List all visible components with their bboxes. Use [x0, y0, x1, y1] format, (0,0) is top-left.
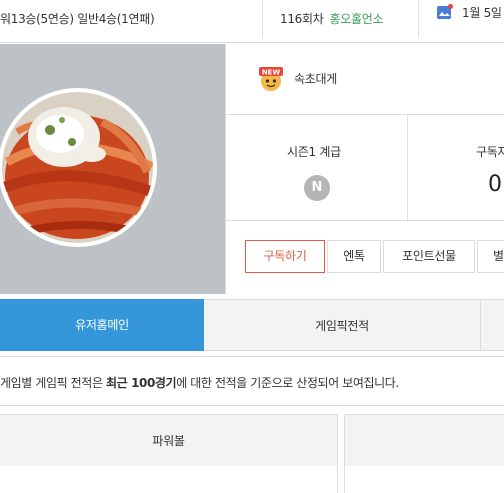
point-gift-button[interactable]: 포인트선물 — [383, 240, 475, 273]
divider — [0, 405, 504, 406]
divider — [418, 0, 419, 38]
avatar[interactable] — [0, 88, 157, 247]
divider — [407, 114, 408, 220]
table-body — [344, 466, 504, 493]
round-number: 116회차 — [280, 12, 324, 26]
new-badge-text: NEW — [262, 69, 281, 77]
season-grade-label: 시즌1 계급 — [287, 145, 341, 159]
table-header-second — [344, 414, 504, 467]
calendar-image-icon[interactable] — [437, 4, 453, 20]
divider — [262, 0, 263, 38]
new-badge-icon: NEW — [258, 66, 284, 92]
tab-user-home[interactable]: 유저홈메인 — [0, 299, 204, 351]
subscriber-count: 0 — [488, 172, 502, 197]
table-body — [0, 466, 338, 493]
table-header-powerball: 파워볼 — [0, 414, 338, 467]
subscriber-label: 구독자 — [476, 145, 504, 159]
round-info: 116회차 홍오홀언소 — [280, 10, 384, 27]
divider — [0, 356, 504, 357]
subscribe-button[interactable]: 구독하기 — [245, 240, 325, 273]
notice-highlight: 최근 100경기 — [106, 376, 177, 390]
divider — [225, 220, 504, 221]
register-button[interactable]: 엔톡 — [327, 240, 381, 273]
notice-prefix: 게임별 게임픽 전적은 — [0, 376, 107, 390]
divider — [0, 42, 504, 43]
divider — [225, 114, 504, 115]
round-link[interactable]: 홍오홀언소 — [330, 12, 384, 26]
tab-more[interactable] — [480, 299, 504, 351]
record-notice: 게임별 게임픽 전적은 최근 100경기에 대한 전적을 기준으로 산정되어 보… — [0, 374, 399, 391]
tab-game-record[interactable]: 게임픽전적 — [204, 299, 480, 351]
date-label: 1월 5일 — [462, 6, 502, 20]
season-record: 워13승(5연승) 일반4승(1연패) — [0, 12, 155, 26]
more-button[interactable]: 별 — [477, 240, 504, 273]
nickname: 속초대게 — [294, 72, 337, 86]
grade-badge: N — [304, 175, 330, 201]
notice-suffix: 에 대한 전적을 기준으로 산정되어 보여집니다. — [176, 376, 399, 390]
